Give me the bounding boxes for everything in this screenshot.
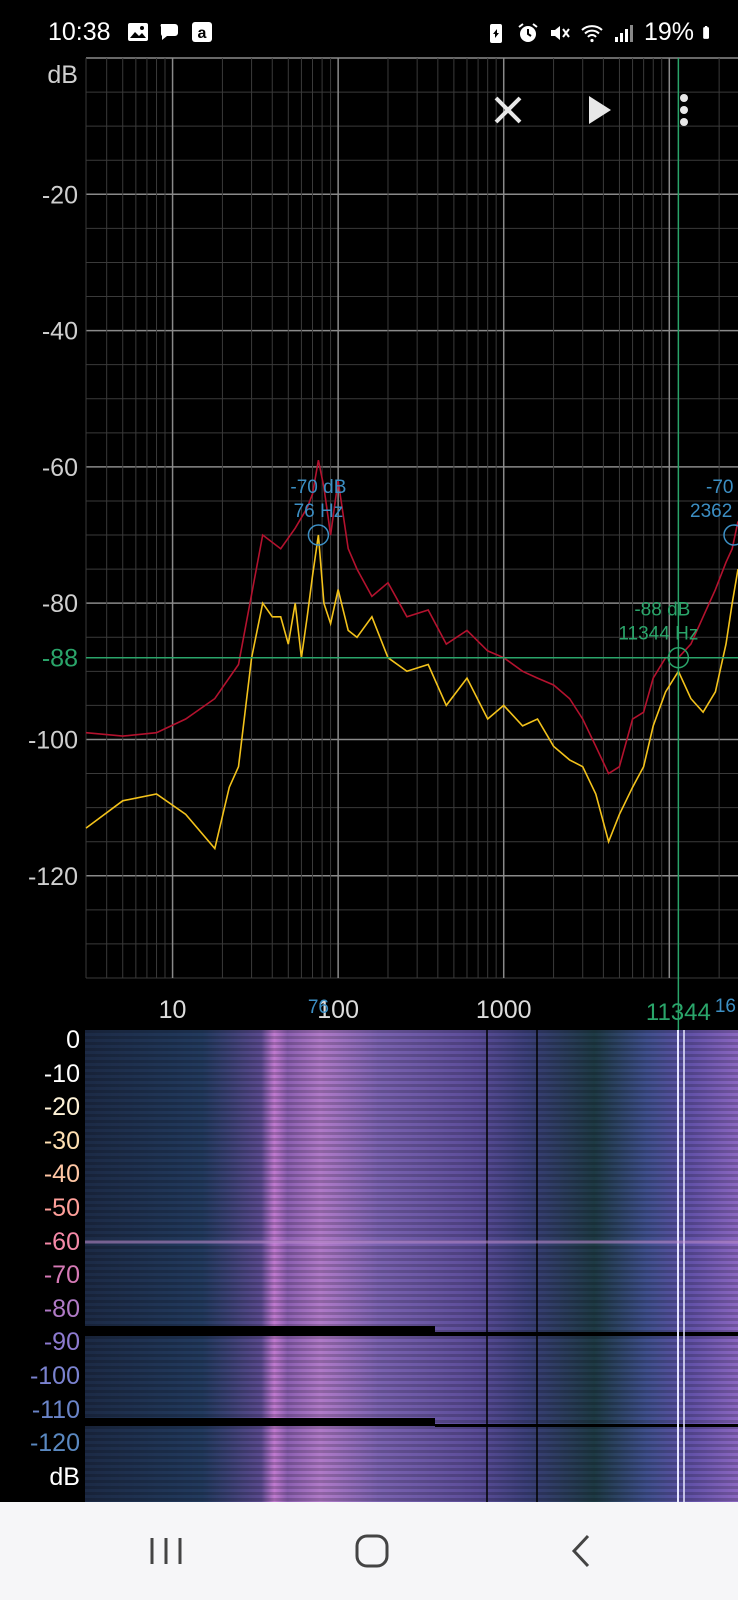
spectrogram-image[interactable] (0, 1030, 738, 1502)
recent-apps-button[interactable] (136, 1526, 196, 1576)
more-options-button[interactable] (664, 82, 704, 138)
spectrogram-scale-label: -30 (43, 1126, 80, 1155)
spectrogram-scale-label: -80 (43, 1294, 80, 1323)
play-button[interactable] (571, 82, 627, 138)
y-axis-unit: dB (47, 61, 78, 89)
back-button[interactable] (552, 1526, 612, 1576)
peak-marker-1-axis-label: 76 (308, 997, 329, 1018)
more-vert-icon (680, 94, 688, 126)
y-tick-label: -80 (42, 590, 78, 618)
x-tick-label: 1000 (476, 996, 532, 1024)
spectrogram-scale-label: -120 (29, 1429, 80, 1458)
peak-marker-1-hz: 76 Hz (294, 501, 344, 522)
x-tick-label: 10 (159, 996, 187, 1024)
cursor-hz-readout: 11344 Hz (618, 624, 698, 645)
right-axis-label: 16 (715, 996, 736, 1017)
spectrogram-scale-label: -100 (29, 1362, 80, 1390)
spectrogram-scale-label: -90 (43, 1328, 80, 1357)
y-tick-label: -20 (42, 181, 78, 209)
back-icon (571, 1534, 590, 1568)
home-button[interactable] (342, 1526, 402, 1576)
cursor-db-readout: -88 dB (634, 600, 690, 621)
navigation-bar (0, 1502, 738, 1600)
peak-marker-2-db: -70 (706, 477, 733, 498)
spectrogram-scale-label: -20 (43, 1093, 80, 1122)
spectrogram-scale-label: -50 (43, 1194, 80, 1222)
y-tick-label: -40 (42, 318, 78, 346)
spectrogram-scale-label: -110 (31, 1395, 80, 1424)
close-icon (494, 96, 522, 124)
close-button[interactable] (480, 82, 536, 138)
spectrogram-scale-label: 0 (66, 1030, 80, 1054)
y-tick-label: -100 (28, 726, 78, 754)
spectrum-chart[interactable]: -20-40-60-80-100-120 10 100 1000 dB -88 -7… (0, 0, 738, 1030)
cursor-db-axis-label: -88 (42, 645, 78, 673)
home-icon (355, 1534, 389, 1568)
spectrogram-scale-label: -40 (43, 1160, 80, 1189)
recent-apps-icon (150, 1538, 182, 1564)
spectrogram-scale-label: -70 (43, 1261, 80, 1290)
play-icon (589, 96, 611, 124)
spectrogram-scale-label: dB (49, 1462, 80, 1491)
spectrogram-scale-label: -10 (43, 1059, 80, 1088)
peak-marker-1-db: -70 dB (290, 477, 346, 498)
y-tick-label: -60 (42, 454, 78, 482)
cursor-hz-axis-label: 11344 (646, 999, 711, 1026)
y-tick-label: -120 (28, 863, 78, 891)
spectrogram-panel[interactable]: 0 -10 -20 -30 -40 -50 -60 -70 -80 -90 -100 -110 -120… (0, 1030, 738, 1502)
peak-marker-2-hz: 2362 (690, 501, 732, 522)
spectrogram-scale-label: -60 (43, 1227, 80, 1256)
